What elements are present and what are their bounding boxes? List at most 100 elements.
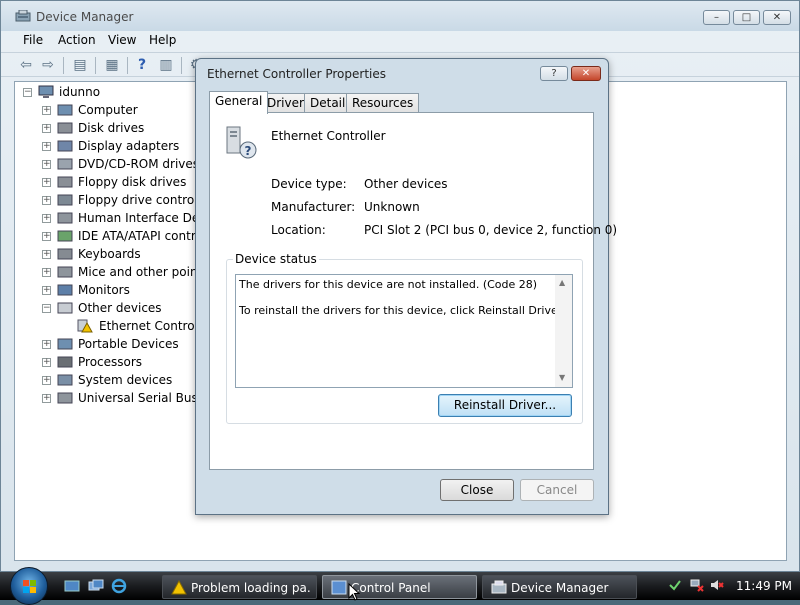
control-panel-icon [331, 580, 347, 595]
task-label: Device Manager [511, 581, 609, 595]
taskbar: Problem loading pa... Control Panel Devi… [0, 567, 800, 605]
expand-icon[interactable]: + [42, 358, 51, 367]
volume-muted-icon[interactable] [710, 578, 724, 592]
status-scrollbar[interactable]: ▲ ▼ [555, 275, 572, 387]
expand-icon[interactable]: + [42, 250, 51, 259]
device-manager-icon [15, 10, 31, 22]
safely-remove-hardware-icon[interactable] [668, 578, 682, 592]
tree-item-label: Floppy disk drives [78, 175, 187, 189]
toolbar-separator [63, 57, 64, 74]
expand-icon[interactable]: + [42, 160, 51, 169]
human-interface-devices-icon [57, 212, 73, 224]
device-name: Ethernet Controller [271, 129, 386, 143]
other-devices-icon [57, 302, 73, 314]
expand-icon[interactable]: + [42, 232, 51, 241]
device-status-label: Device status [233, 252, 319, 266]
window-title: Device Manager [36, 10, 134, 24]
expand-icon[interactable]: + [42, 214, 51, 223]
device-type-label: Device type: [271, 177, 347, 191]
portable-devices-icon [57, 338, 73, 350]
back-arrow-icon[interactable]: ⇦ [17, 56, 35, 74]
forward-arrow-icon[interactable]: ⇨ [39, 56, 57, 74]
menu-action[interactable]: Action [58, 33, 96, 47]
expand-icon[interactable]: + [42, 340, 51, 349]
computer-icon [57, 104, 73, 116]
expand-icon[interactable]: + [42, 124, 51, 133]
help-icon[interactable]: ? [133, 56, 151, 74]
tab-driver[interactable]: Driver [261, 93, 310, 113]
tree-item-label: Disk drives [78, 121, 145, 135]
task-label: Control Panel [351, 581, 431, 595]
close-dialog-button[interactable]: Close [440, 479, 514, 501]
tab-general[interactable]: General [209, 91, 269, 114]
minimize-button[interactable]: – [703, 10, 730, 25]
universal-serial-bus-controllers-icon [57, 392, 73, 404]
menu-help[interactable]: Help [149, 33, 176, 47]
location-label: Location: [271, 223, 326, 237]
tree-item-label: Computer [78, 103, 138, 117]
cancel-button[interactable]: Cancel [520, 479, 594, 501]
status-bar [14, 541, 787, 563]
ide-ata-atapi-controllers-icon [57, 230, 73, 242]
list-view-icon[interactable]: ▥ [157, 56, 175, 74]
tree-item-label: Keyboards [78, 247, 141, 261]
start-button[interactable] [10, 567, 48, 605]
scroll-up-arrow-icon[interactable]: ▲ [559, 278, 565, 287]
menu-file[interactable]: File [23, 33, 43, 47]
expand-icon[interactable]: + [42, 196, 51, 205]
expand-icon[interactable]: + [42, 142, 51, 151]
floppy-drive-controllers-icon [57, 194, 73, 206]
menu-view[interactable]: View [108, 33, 136, 47]
device-status-textbox[interactable]: The drivers for this device are not inst… [235, 274, 573, 388]
expand-icon[interactable]: + [42, 106, 51, 115]
clock[interactable]: 11:49 PM [736, 579, 792, 593]
title-bar[interactable]: Device Manager – □ ✕ [1, 1, 799, 31]
dialog-help-button[interactable]: ? [540, 66, 568, 81]
switch-windows-icon[interactable] [88, 578, 104, 594]
internet-explorer-icon[interactable] [111, 578, 127, 594]
properties-icon[interactable]: ▦ [103, 56, 121, 74]
toolbar-separator [127, 57, 128, 74]
status-line-2: To reinstall the drivers for this device… [239, 304, 565, 317]
menu-bar: File Action View Help [1, 31, 799, 51]
show-hide-tree-icon[interactable]: ▤ [71, 56, 89, 74]
device-type-value: Other devices [364, 177, 448, 191]
collapse-icon[interactable]: − [23, 88, 32, 97]
processors-icon [57, 356, 73, 368]
device-status-group: Device status The drivers for this devic… [226, 252, 583, 424]
manufacturer-label: Manufacturer: [271, 200, 356, 214]
expand-icon[interactable]: + [42, 268, 51, 277]
windows-logo-icon [23, 580, 36, 593]
tree-item-label: Other devices [78, 301, 162, 315]
system-devices-icon [57, 374, 73, 386]
task-label: Problem loading pa... [191, 581, 311, 595]
show-desktop-icon[interactable] [64, 578, 80, 594]
maximize-button[interactable]: □ [733, 10, 760, 25]
expand-icon[interactable]: + [42, 178, 51, 187]
tree-root-label: idunno [59, 85, 101, 99]
location-value: PCI Slot 2 (PCI bus 0, device 2, functio… [364, 223, 618, 237]
scroll-down-arrow-icon[interactable]: ▼ [559, 373, 565, 382]
mice-and-other-pointing-devices-icon [57, 266, 73, 278]
tree-item-label: Processors [78, 355, 143, 369]
disk-drives-icon [57, 122, 73, 134]
display-adapters-icon [57, 140, 73, 152]
status-line-1: The drivers for this device are not inst… [239, 278, 538, 291]
toolbar-separator [95, 57, 96, 74]
dvd-cd-rom-drives-icon [57, 158, 73, 170]
reinstall-driver-button[interactable]: Reinstall Driver... [438, 394, 572, 417]
dialog-close-button[interactable]: ✕ [571, 66, 601, 81]
tree-item-label: System devices [78, 373, 173, 387]
tab-resources[interactable]: Resources [346, 93, 420, 113]
collapse-icon[interactable]: − [42, 304, 51, 313]
network-disconnected-icon[interactable] [690, 578, 704, 592]
task-control-panel[interactable]: Control Panel [322, 575, 477, 599]
task-device-manager[interactable]: Device Manager [482, 575, 637, 599]
task-firefox[interactable]: Problem loading pa... [162, 575, 317, 599]
warning-page-icon [171, 580, 187, 595]
expand-icon[interactable]: + [42, 286, 51, 295]
close-button[interactable]: ✕ [763, 10, 791, 25]
tree-item-label: Portable Devices [78, 337, 179, 351]
expand-icon[interactable]: + [42, 376, 51, 385]
expand-icon[interactable]: + [42, 394, 51, 403]
